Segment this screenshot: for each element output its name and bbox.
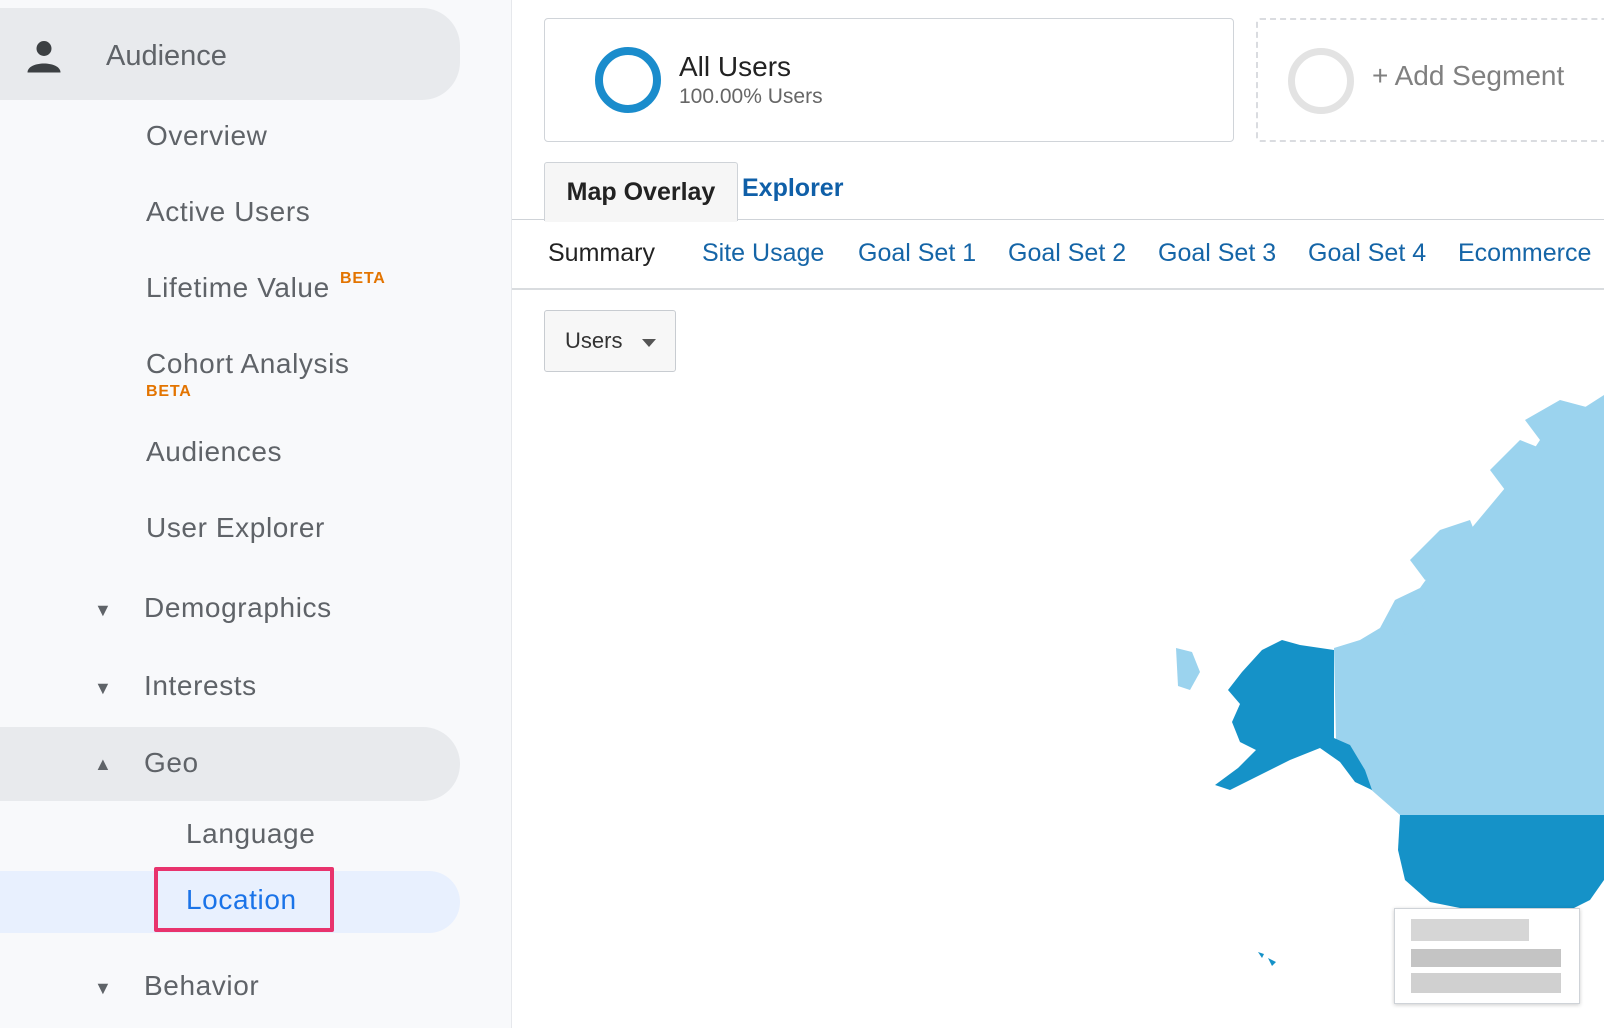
blurred-text xyxy=(1411,973,1561,993)
map-region-hawaii xyxy=(1258,952,1276,966)
blurred-text xyxy=(1411,919,1529,941)
subtab-goal-set-4[interactable]: Goal Set 4 xyxy=(1308,239,1426,268)
beta-badge: BETA xyxy=(146,383,192,400)
sidebar-item-audiences[interactable]: Audiences xyxy=(146,436,282,468)
sidebar-item-audience[interactable]: Audience xyxy=(0,8,460,100)
subtab-goal-set-1[interactable]: Goal Set 1 xyxy=(858,239,976,268)
sidebar-group-geo[interactable]: ▲ Geo xyxy=(0,727,460,801)
segment-ring-icon xyxy=(595,47,661,113)
sidebar-group-geo-label: Geo xyxy=(144,747,199,778)
subtab-goal-set-3[interactable]: Goal Set 3 xyxy=(1158,239,1276,268)
add-segment-button[interactable]: + Add Segment xyxy=(1256,18,1604,142)
sidebar: Audience Overview Active Users Lifetime … xyxy=(0,0,512,1028)
subtab-ecommerce[interactable]: Ecommerce xyxy=(1458,239,1591,268)
caret-down-icon: ▼ xyxy=(94,600,112,620)
segment-all-users[interactable]: All Users 100.00% Users xyxy=(544,18,1234,142)
subtab-site-usage[interactable]: Site Usage xyxy=(702,239,824,268)
sidebar-item-lifetime-value[interactable]: Lifetime Value xyxy=(146,272,330,304)
sidebar-item-overview[interactable]: Overview xyxy=(146,120,268,152)
metric-dropdown-value: Users xyxy=(565,328,623,353)
empty-segment-ring-icon xyxy=(1288,48,1354,114)
sub-tabs: Summary Site Usage Goal Set 1 Goal Set 2… xyxy=(512,222,1604,290)
sidebar-item-language[interactable]: Language xyxy=(186,818,315,850)
subtab-summary[interactable]: Summary xyxy=(548,239,655,268)
beta-badge: BETA xyxy=(340,270,386,287)
metric-dropdown[interactable]: Users xyxy=(544,310,676,372)
sidebar-item-active-users[interactable]: Active Users xyxy=(146,196,310,228)
tab-explorer[interactable]: Explorer xyxy=(742,174,843,203)
highlight-box xyxy=(154,867,334,932)
sidebar-group-interests[interactable]: Interests xyxy=(144,670,257,702)
segment-subtitle: 100.00% Users xyxy=(679,85,823,108)
sidebar-group-behavior[interactable]: Behavior xyxy=(144,970,259,1002)
view-tabs: Map Overlay Explorer xyxy=(512,160,1604,222)
map-region-usa xyxy=(1398,815,1604,910)
add-segment-label: + Add Segment xyxy=(1372,60,1565,91)
caret-up-icon: ▲ xyxy=(94,754,112,774)
tab-map-overlay[interactable]: Map Overlay xyxy=(544,162,738,222)
subtab-goal-set-2[interactable]: Goal Set 2 xyxy=(1008,239,1126,268)
sidebar-group-demographics[interactable]: Demographics xyxy=(144,592,332,624)
segment-title: All Users xyxy=(679,51,792,82)
sidebar-item-audience-label: Audience xyxy=(106,40,227,72)
chevron-down-icon xyxy=(642,339,656,347)
map-tooltip xyxy=(1394,908,1580,1004)
person-icon xyxy=(27,41,61,73)
blurred-text xyxy=(1411,949,1561,967)
caret-down-icon: ▼ xyxy=(94,978,112,998)
caret-down-icon: ▼ xyxy=(94,678,112,698)
sidebar-item-user-explorer[interactable]: User Explorer xyxy=(146,512,325,544)
sidebar-item-cohort-analysis[interactable]: Cohort Analysis xyxy=(146,348,350,380)
